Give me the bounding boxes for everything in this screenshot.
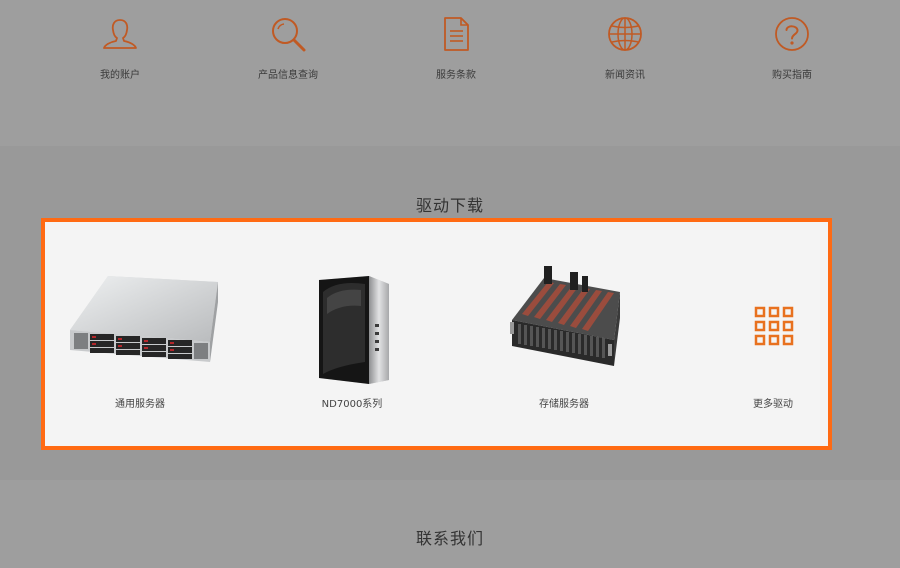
top-nav: 我的账户 产品信息查询 服务条款 新闻资讯 购买指南 bbox=[0, 0, 900, 146]
nav-item-news[interactable]: 新闻资讯 bbox=[555, 14, 695, 81]
driver-item-general-server[interactable]: 通用服务器 bbox=[45, 262, 235, 410]
nav-item-product-info[interactable]: 产品信息查询 bbox=[218, 14, 358, 81]
driver-item-storage-server[interactable]: 存储服务器 bbox=[469, 262, 659, 410]
contact-section-title: 联系我们 bbox=[415, 529, 484, 548]
nav-item-label: 产品信息查询 bbox=[258, 70, 318, 81]
drivers-section-title: 驱动下载 bbox=[415, 196, 484, 215]
rack-server-image bbox=[70, 276, 218, 362]
user-icon bbox=[103, 19, 137, 49]
driver-item-more[interactable]: 更多驱动 bbox=[678, 262, 868, 410]
nav-item-label: 购买指南 bbox=[772, 70, 812, 81]
document-icon bbox=[444, 17, 469, 51]
contact-section bbox=[0, 480, 900, 568]
search-icon bbox=[272, 18, 306, 52]
nav-item-my-account[interactable]: 我的账户 bbox=[50, 14, 190, 81]
drivers-panel: 通用服务器 ND7000系列 存储服务器 更多驱动 bbox=[41, 218, 832, 450]
help-icon bbox=[775, 17, 809, 51]
driver-item-label: 通用服务器 bbox=[115, 399, 165, 410]
nav-item-label: 服务条款 bbox=[436, 70, 476, 81]
driver-item-nd7000[interactable]: ND7000系列 bbox=[257, 262, 447, 410]
nav-item-buying-guide[interactable]: 购买指南 bbox=[722, 14, 862, 81]
driver-item-label: 更多驱动 bbox=[753, 399, 793, 410]
grid-icon bbox=[754, 306, 793, 346]
driver-item-label: 存储服务器 bbox=[539, 399, 589, 410]
driver-item-label: ND7000系列 bbox=[321, 399, 383, 410]
nav-item-terms[interactable]: 服务条款 bbox=[386, 14, 526, 81]
globe-icon bbox=[608, 17, 642, 51]
nav-item-label: 新闻资讯 bbox=[605, 70, 645, 81]
storage-server-image bbox=[510, 266, 620, 366]
tower-server-image bbox=[319, 276, 389, 384]
nav-item-label: 我的账户 bbox=[100, 70, 140, 81]
